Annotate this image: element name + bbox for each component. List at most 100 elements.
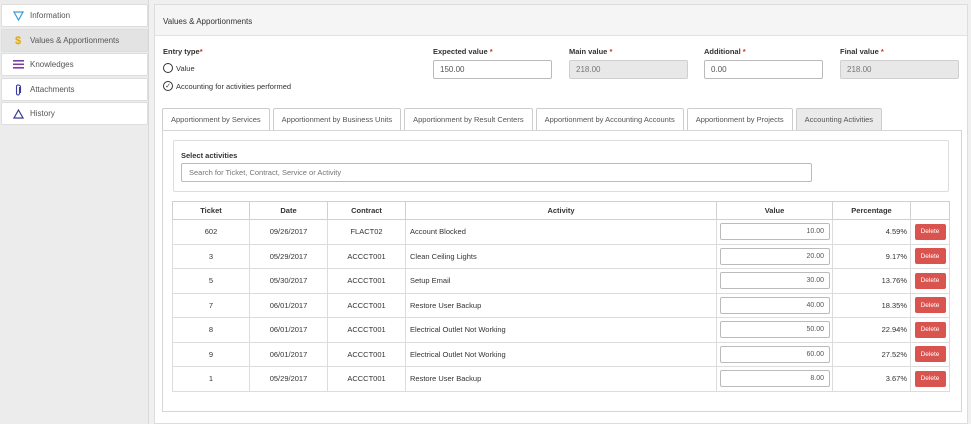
activity-cell: Electrical Outlet Not Working (405, 317, 717, 343)
column-header-date: Date (249, 201, 328, 220)
date-cell: 06/01/2017 (249, 341, 328, 367)
radio-unchecked-icon[interactable] (163, 63, 173, 73)
value-cell (716, 366, 833, 392)
sidebar-item-attachments[interactable]: Attachments (1, 78, 148, 101)
main-value-input (569, 60, 688, 79)
column-header-value: Value (716, 201, 833, 220)
value-input[interactable] (720, 272, 830, 290)
sidebar-item-knowledges[interactable]: Knowledges (1, 53, 148, 76)
percentage-cell: 22.94% (832, 317, 911, 343)
entry-type-accounting-option[interactable]: ✓ Accounting for activities performed (163, 81, 291, 91)
additional-input[interactable] (704, 60, 823, 79)
delete-button[interactable]: Delete (914, 272, 946, 289)
activities-table: Ticket Date Contract Activity Value Perc… (172, 201, 950, 392)
value-cell (716, 317, 833, 343)
value-input[interactable] (720, 321, 830, 339)
value-input[interactable] (720, 345, 830, 363)
activity-cell: Restore User Backup (405, 366, 717, 392)
value-input[interactable] (720, 370, 830, 388)
ticket-cell: 1 (172, 366, 250, 392)
tab-result-centers[interactable]: Apportionment by Result Centers (404, 108, 533, 130)
activity-search-input[interactable] (181, 163, 812, 182)
value-cell (716, 341, 833, 367)
delete-button[interactable]: Delete (914, 370, 946, 387)
contract-cell: ACCCT001 (327, 268, 406, 294)
apportionment-tabs: Apportionment by Services Apportionment … (162, 108, 885, 130)
accounting-activities-content: Select activities Ticket Date Contract A… (162, 130, 962, 412)
contract-cell: ACCCT001 (327, 341, 406, 367)
date-cell: 06/01/2017 (249, 317, 328, 343)
percentage-cell: 13.76% (832, 268, 911, 294)
entry-type-value-option[interactable]: Value (163, 63, 195, 73)
ticket-cell: 5 (172, 268, 250, 294)
column-header-ticket: Ticket (172, 201, 250, 220)
actions-cell: Delete (910, 292, 950, 318)
sidebar-item-label: Attachments (30, 85, 75, 94)
delete-button[interactable]: Delete (914, 321, 946, 338)
additional-label: Additional * (704, 47, 746, 56)
activity-cell: Setup Email (405, 268, 717, 294)
date-cell: 05/30/2017 (249, 268, 328, 294)
tab-accounting-accounts[interactable]: Apportionment by Accounting Accounts (535, 108, 684, 130)
activity-cell: Restore User Backup (405, 292, 717, 318)
delete-button[interactable]: Delete (914, 346, 946, 363)
contract-cell: ACCCT001 (327, 366, 406, 392)
value-input[interactable] (720, 247, 830, 265)
actions-cell: Delete (910, 366, 950, 392)
ticket-cell: 7 (172, 292, 250, 318)
actions-cell: Delete (910, 243, 950, 269)
tab-services[interactable]: Apportionment by Services (162, 108, 270, 130)
delete-button[interactable]: Delete (914, 223, 946, 240)
expected-value-input[interactable] (433, 60, 552, 79)
date-cell: 09/26/2017 (249, 219, 328, 245)
sidebar-item-label: Knowledges (30, 60, 74, 69)
percentage-cell: 18.35% (832, 292, 911, 318)
paperclip-icon (12, 83, 24, 96)
sidebar-item-history[interactable]: History (1, 102, 148, 125)
final-value-label: Final value * (840, 47, 884, 56)
table-row: 9 06/01/2017 ACCCT001 Electrical Outlet Not… (172, 341, 950, 367)
value-cell (716, 268, 833, 294)
values-apportionments-panel: Values & Apportionments Entry type* Valu… (154, 4, 968, 424)
select-activities-label: Select activities (181, 151, 238, 160)
sidebar: Information $ Values & Apportionments Kn… (0, 0, 149, 424)
value-cell (716, 219, 833, 245)
dollar-icon: $ (14, 34, 22, 47)
table-row: 706/01/2017ACCCT001Restore User Backup 18… (172, 292, 950, 318)
column-header-percentage: Percentage (832, 201, 911, 220)
delete-button[interactable]: Delete (914, 248, 946, 265)
percentage-cell: 3.67% (832, 366, 911, 392)
sidebar-item-information[interactable]: Information (1, 4, 148, 27)
table-header-row: Ticket Date Contract Activity Value Perc… (172, 201, 950, 220)
list-icon (12, 59, 24, 71)
tab-projects[interactable]: Apportionment by Projects (686, 108, 793, 130)
table-row: 8 06/01/2017 ACCCT001 Electrical Outlet Not… (172, 317, 950, 343)
sidebar-item-label: Values & Apportionments (30, 36, 120, 45)
triangle-icon (12, 108, 24, 120)
activity-cell: Electrical Outlet Not Working (405, 341, 717, 367)
delete-button[interactable]: Delete (914, 297, 946, 314)
table-row: 505/30/2017ACCCT001Setup Email 13.76%Dele… (172, 268, 950, 294)
percentage-cell: 27.52% (832, 341, 911, 367)
sidebar-item-label: Information (30, 11, 71, 20)
activity-cell: Account Blocked (405, 219, 717, 245)
tab-business-units[interactable]: Apportionment by Business Units (272, 108, 402, 130)
actions-cell: Delete (910, 317, 950, 343)
value-cell (716, 292, 833, 318)
tab-accounting-activities[interactable]: Accounting Activities (795, 108, 883, 130)
table-row: 105/29/2017ACCCT001Restore User Backup 3.… (172, 366, 950, 392)
value-input[interactable] (720, 223, 830, 241)
ticket-cell: 602 (172, 219, 250, 245)
table-row: 305/29/2017ACCCT001Clean Ceiling Lights 9… (172, 243, 950, 269)
percentage-cell: 4.59% (832, 219, 911, 245)
entry-type-label: Entry type* (163, 47, 203, 56)
sidebar-item-values-apportionments[interactable]: $ Values & Apportionments (1, 29, 148, 52)
actions-cell: Delete (910, 341, 950, 367)
activities-table-body: 60209/26/2017FLACT02Account Blocked 4.59%… (172, 219, 950, 392)
value-input[interactable] (720, 296, 830, 314)
radio-checked-icon[interactable]: ✓ (163, 81, 173, 91)
expected-value-label: Expected value * (433, 47, 493, 56)
main-value-label: Main value * (569, 47, 613, 56)
actions-cell: Delete (910, 219, 950, 245)
column-header-actions (910, 201, 950, 220)
